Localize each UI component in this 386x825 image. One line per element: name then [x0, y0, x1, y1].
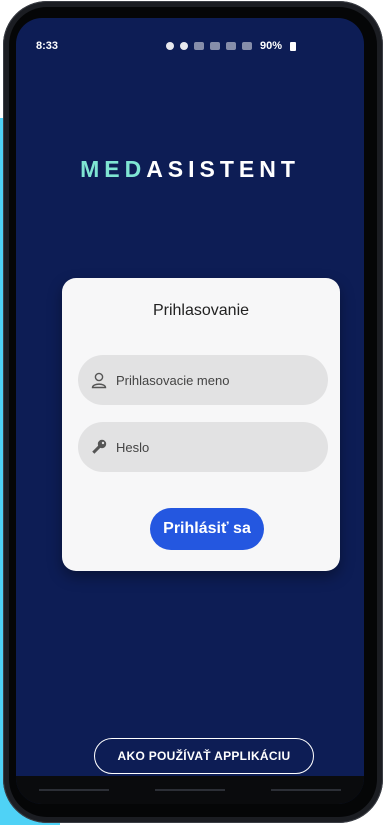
key-icon: [92, 439, 107, 454]
password-input[interactable]: [114, 438, 318, 456]
mute-icon: [194, 42, 204, 50]
wifi-icon: [210, 42, 220, 50]
status-time: 8:33: [36, 40, 59, 52]
app-logo: MEDASISTENT: [16, 156, 364, 183]
how-to-use-button[interactable]: AKO POUŽÍVAŤ APPLIKÁCIU: [94, 738, 314, 774]
login-title: Prihlasovanie: [152, 302, 250, 319]
navigation-bar: [16, 776, 364, 804]
login-button[interactable]: Prihlásiť sa: [150, 508, 264, 550]
status-icons: 90%: [166, 40, 297, 52]
battery-percent: 90%: [260, 40, 283, 52]
username-field[interactable]: [78, 355, 328, 405]
nav-home-handle[interactable]: [155, 789, 225, 791]
notification-icon: [166, 42, 174, 50]
logo-part-med: MED: [80, 156, 147, 182]
alarm-icon: [180, 42, 188, 50]
user-icon: [91, 372, 107, 389]
login-card: Prihlasovanie Prihlásiť sa: [62, 278, 340, 571]
username-input[interactable]: [114, 371, 318, 389]
logo-part-asistent: ASISTENT: [146, 156, 300, 182]
signal-2-icon: [242, 42, 252, 50]
signal-icon: [226, 42, 236, 50]
status-bar: 8:33 90%: [16, 18, 364, 60]
nav-back-handle[interactable]: [271, 789, 341, 791]
battery-icon: [290, 41, 297, 51]
password-field[interactable]: [78, 422, 328, 472]
app-screen: 8:33 90% MEDASISTENT Prihlasovanie Prihl…: [16, 18, 364, 804]
nav-recents-handle[interactable]: [39, 789, 109, 791]
